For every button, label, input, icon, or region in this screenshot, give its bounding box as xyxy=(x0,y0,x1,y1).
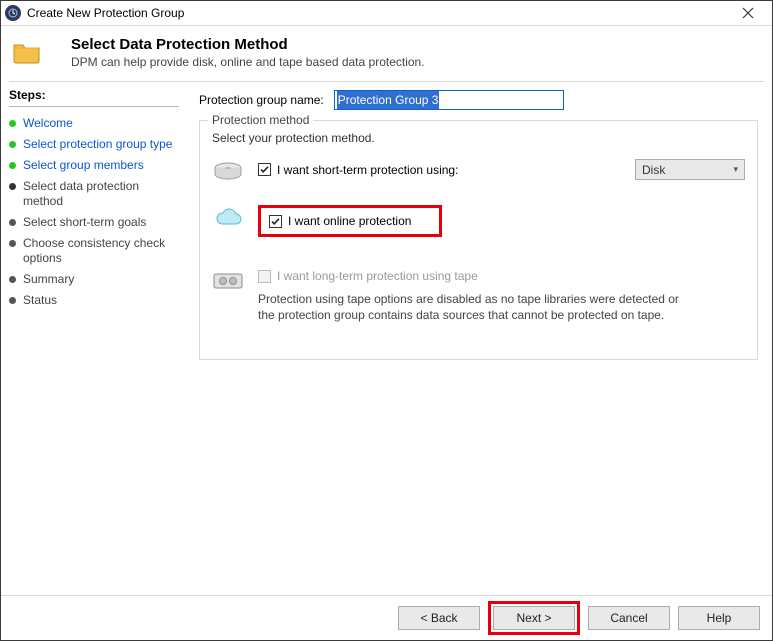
protection-method-fieldset: Protection method Select your protection… xyxy=(199,120,758,360)
protection-group-name-input[interactable]: Protection Group 3 xyxy=(334,90,564,110)
protection-method-instruction: Select your protection method. xyxy=(212,131,745,145)
online-checkbox[interactable] xyxy=(269,215,282,228)
short-term-option-row: I want short-term protection using: Disk… xyxy=(212,159,745,187)
tape-option-row: I want long-term protection using tape P… xyxy=(212,269,745,323)
step-label: Summary xyxy=(23,272,74,287)
main-panel: Protection group name: Protection Group … xyxy=(187,84,772,595)
next-highlight: Next > xyxy=(488,601,580,635)
step-bullet-icon xyxy=(9,141,16,148)
step-choose-consistency-check: Choose consistency check options xyxy=(9,233,179,269)
step-label: Select group members xyxy=(23,158,144,173)
check-icon xyxy=(270,216,281,227)
wizard-header: Select Data Protection Method DPM can he… xyxy=(1,26,772,79)
online-option-row: I want online protection xyxy=(212,205,745,237)
cancel-button[interactable]: Cancel xyxy=(588,606,670,630)
titlebar: Create New Protection Group xyxy=(1,1,772,26)
online-highlight: I want online protection xyxy=(258,205,442,237)
step-bullet-icon xyxy=(9,183,16,190)
step-label: Status xyxy=(23,293,57,308)
close-button[interactable] xyxy=(728,2,768,25)
step-select-short-term-goals: Select short-term goals xyxy=(9,212,179,233)
step-bullet-icon xyxy=(9,120,16,127)
step-bullet-icon xyxy=(9,297,16,304)
protection-method-legend: Protection method xyxy=(208,113,313,127)
step-select-group-type[interactable]: Select protection group type xyxy=(9,134,179,155)
next-button[interactable]: Next > xyxy=(493,606,575,630)
close-icon xyxy=(742,7,754,19)
online-label: I want online protection xyxy=(288,214,411,228)
wizard-body: Steps: Welcome Select protection group t… xyxy=(1,84,772,595)
step-summary: Summary xyxy=(9,269,179,290)
step-bullet-icon xyxy=(9,219,16,226)
short-term-select-value: Disk xyxy=(642,163,665,177)
divider xyxy=(9,81,764,82)
page-subtitle: DPM can help provide disk, online and ta… xyxy=(71,55,752,69)
step-select-group-members[interactable]: Select group members xyxy=(9,155,179,176)
step-bullet-icon xyxy=(9,240,16,247)
short-term-select[interactable]: Disk ▾ xyxy=(635,159,745,180)
app-icon xyxy=(5,5,21,21)
window-title: Create New Protection Group xyxy=(27,6,728,20)
step-label: Select short-term goals xyxy=(23,215,146,230)
step-bullet-icon xyxy=(9,276,16,283)
step-status: Status xyxy=(9,290,179,311)
short-term-label: I want short-term protection using: xyxy=(277,163,458,177)
disk-icon xyxy=(212,161,244,187)
protection-group-name-label: Protection group name: xyxy=(199,93,324,107)
step-welcome[interactable]: Welcome xyxy=(9,113,179,134)
cloud-icon xyxy=(212,207,244,233)
help-button[interactable]: Help xyxy=(678,606,760,630)
folder-icon xyxy=(13,40,41,64)
step-label: Welcome xyxy=(23,116,73,131)
tape-disabled-note: Protection using tape options are disabl… xyxy=(258,291,698,323)
protection-group-name-value: Protection Group 3 xyxy=(337,91,440,109)
divider xyxy=(9,106,179,107)
step-bullet-icon xyxy=(9,162,16,169)
short-term-checkbox[interactable] xyxy=(258,163,271,176)
tape-label: I want long-term protection using tape xyxy=(277,269,478,283)
wizard-footer: < Back Next > Cancel Help xyxy=(1,595,772,640)
wizard-window: Create New Protection Group Select Data … xyxy=(0,0,773,641)
steps-heading: Steps: xyxy=(9,88,179,102)
protection-group-name-row: Protection group name: Protection Group … xyxy=(199,90,758,110)
steps-sidebar: Steps: Welcome Select protection group t… xyxy=(1,84,187,595)
tape-checkbox xyxy=(258,270,271,283)
step-select-data-protection-method: Select data protection method xyxy=(9,176,179,212)
step-label: Select protection group type xyxy=(23,137,172,152)
back-button[interactable]: < Back xyxy=(398,606,480,630)
page-title: Select Data Protection Method xyxy=(71,36,752,53)
step-label: Choose consistency check options xyxy=(23,236,179,266)
tape-icon xyxy=(212,271,244,297)
chevron-down-icon: ▾ xyxy=(733,164,738,175)
step-label: Select data protection method xyxy=(23,179,179,209)
check-icon xyxy=(259,164,270,175)
